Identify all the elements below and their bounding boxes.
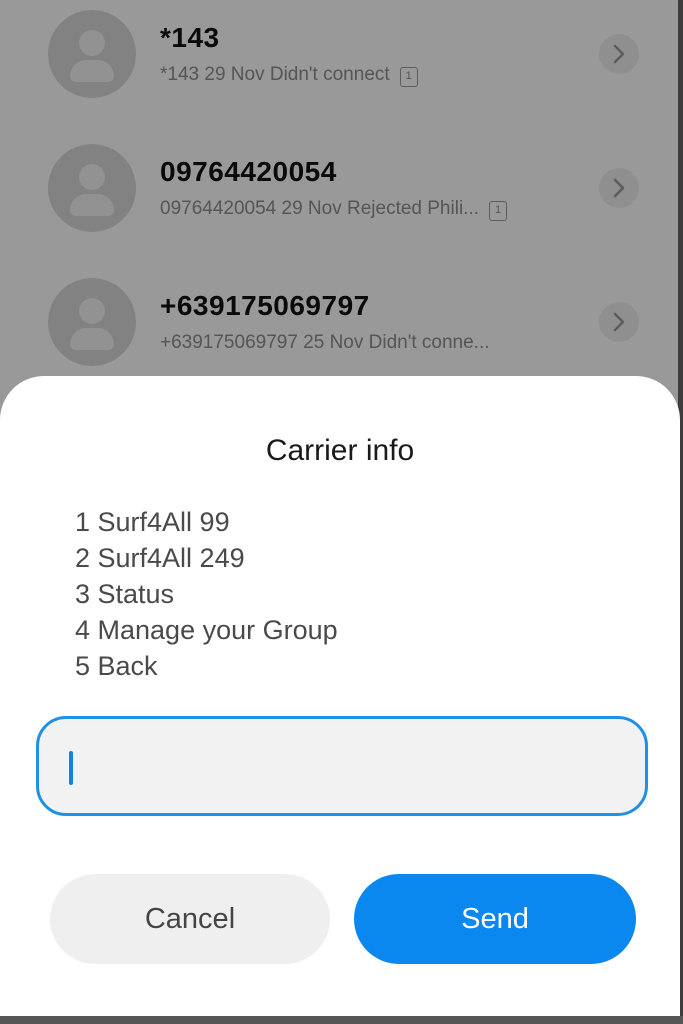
menu-option: 4 Manage your Group	[75, 615, 338, 645]
bottom-edge	[0, 1016, 683, 1024]
text-caret	[69, 751, 73, 785]
carrier-info-dialog: Carrier info 1 Surf4All 99 2 Surf4All 24…	[0, 376, 680, 1016]
menu-option: 1 Surf4All 99	[75, 507, 230, 537]
dialog-title: Carrier info	[265, 434, 415, 467]
ussd-menu: 1 Surf4All 99 2 Surf4All 249 3 Status 4 …	[75, 504, 338, 684]
send-button[interactable]: Send	[354, 874, 636, 964]
menu-option: 5 Back	[75, 651, 158, 681]
cancel-button[interactable]: Cancel	[50, 874, 330, 964]
menu-option: 2 Surf4All 249	[75, 543, 245, 573]
menu-option: 3 Status	[75, 579, 175, 609]
reply-input[interactable]	[36, 716, 648, 816]
